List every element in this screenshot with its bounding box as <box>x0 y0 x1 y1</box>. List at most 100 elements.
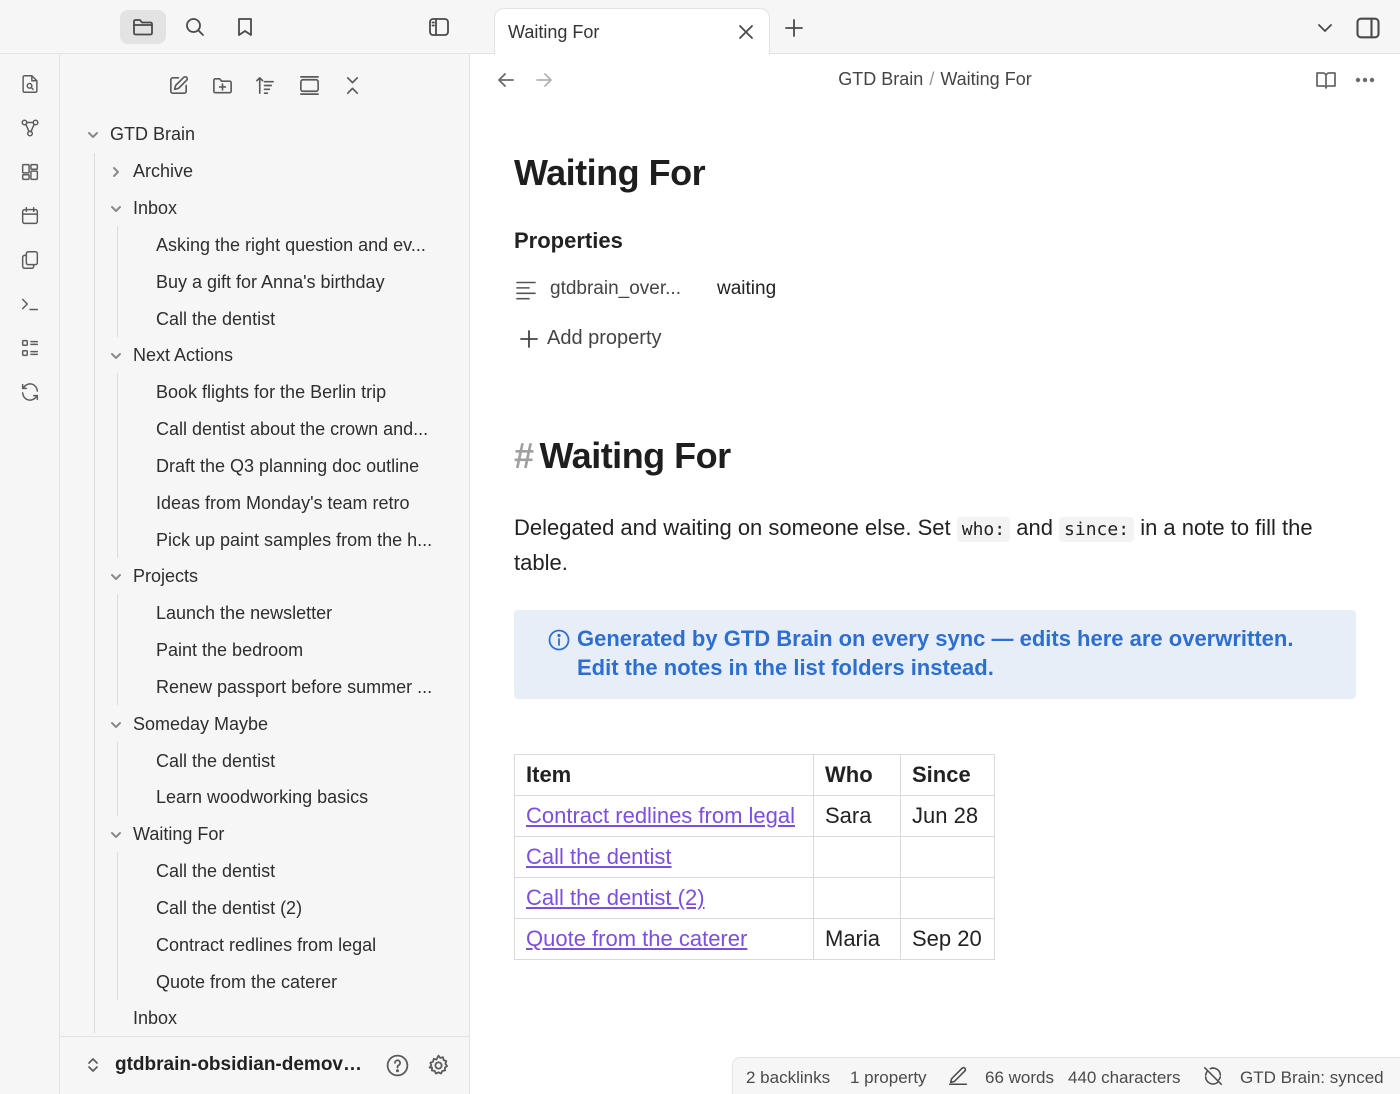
files-tab-button[interactable] <box>120 10 166 44</box>
file-label: Inbox <box>133 1008 178 1028</box>
help-icon[interactable] <box>385 1053 410 1078</box>
file-item[interactable]: Paint the bedroom <box>60 632 469 669</box>
settings-gear-icon[interactable] <box>426 1053 451 1078</box>
calendar-icon <box>21 207 39 225</box>
new-tab-plus-icon[interactable] <box>783 17 805 39</box>
folder-projects[interactable]: Projects <box>60 558 469 595</box>
copy-icon <box>21 251 39 269</box>
file-item[interactable]: Ideas from Monday's team retro <box>60 485 469 522</box>
folder-waiting-for[interactable]: Waiting For <box>60 816 469 853</box>
table-row: Quote from the caterer Maria Sep 20 <box>514 918 995 960</box>
folder-someday-maybe[interactable]: Someday Maybe <box>60 706 469 743</box>
collapse-all-button[interactable] <box>335 68 369 102</box>
file-item[interactable]: Asking the right question and ev... <box>60 227 469 264</box>
chevron-down-icon[interactable] <box>1314 17 1336 39</box>
sync-status[interactable]: GTD Brain: synced <box>1240 1068 1384 1088</box>
backlinks-count[interactable]: 2 backlinks <box>746 1068 830 1088</box>
item-cell: Contract redlines from legal <box>514 795 814 837</box>
file-item[interactable]: Learn woodworking basics <box>60 779 469 816</box>
chevron-down-icon <box>107 568 125 586</box>
since-cell: Jun 28 <box>900 795 995 837</box>
who-cell <box>813 836 901 878</box>
chevron-down-icon <box>107 347 125 365</box>
daily-note-button[interactable] <box>14 200 46 232</box>
note-link[interactable]: Call the dentist (2) <box>526 885 705 910</box>
canvas-icon <box>21 163 39 181</box>
breadcrumb-note[interactable]: Waiting For <box>940 69 1031 89</box>
canvas-button[interactable] <box>14 156 46 188</box>
vault-switcher[interactable]: gtdbrain-obsidian-demova... <box>60 1036 469 1094</box>
close-icon[interactable] <box>735 21 757 43</box>
file-item[interactable]: Call the dentist <box>60 301 469 338</box>
search-file-icon <box>22 75 38 93</box>
tab-waiting-for[interactable]: Waiting For <box>494 8 770 55</box>
file-item[interactable]: Launch the newsletter <box>60 595 469 632</box>
file-item[interactable]: Call the dentist <box>60 853 469 890</box>
file-item[interactable]: Contract redlines from legal <box>60 927 469 964</box>
folder-archive[interactable]: Archive <box>60 153 469 190</box>
property-value[interactable]: waiting <box>717 278 776 300</box>
file-item[interactable]: Pick up paint samples from the h... <box>60 522 469 559</box>
left-ribbon <box>0 54 60 1094</box>
command-palette-button[interactable] <box>14 288 46 320</box>
bookmarks-tab-button[interactable] <box>222 10 268 44</box>
graph-view-button[interactable] <box>14 112 46 144</box>
property-key[interactable]: gtdbrain_over... <box>550 278 681 300</box>
new-folder-button[interactable] <box>205 68 239 102</box>
sync-button[interactable] <box>14 376 46 408</box>
bookmark-icon <box>238 18 252 36</box>
file-label: Quote from the caterer <box>156 972 338 992</box>
toggle-sidebar-button[interactable] <box>416 10 462 44</box>
folder-inbox[interactable]: Inbox <box>60 190 469 227</box>
file-item[interactable]: Call dentist about the crown and... <box>60 411 469 448</box>
property-count[interactable]: 1 property <box>850 1068 927 1088</box>
outline-button[interactable] <box>14 332 46 364</box>
note-link[interactable]: Call the dentist <box>526 844 672 869</box>
templates-button[interactable] <box>14 244 46 276</box>
quick-switcher-button[interactable] <box>14 68 46 100</box>
breadcrumb-vault[interactable]: GTD Brain <box>838 69 923 89</box>
sidebar-header <box>0 0 470 54</box>
file-item[interactable]: Buy a gift for Anna's birthday <box>60 264 469 301</box>
item-cell: Quote from the caterer <box>514 918 814 960</box>
folder-label: GTD Brain <box>110 124 196 144</box>
note-link[interactable]: Quote from the caterer <box>526 926 747 951</box>
search-tab-button[interactable] <box>172 10 218 44</box>
file-label: Call the dentist <box>156 861 276 881</box>
folder-gtd-brain[interactable]: GTD Brain <box>60 116 469 153</box>
info-callout: Generated by GTD Brain on every sync — e… <box>514 610 1356 699</box>
folder-label: Someday Maybe <box>133 714 269 734</box>
vault-name: gtdbrain-obsidian-demova... <box>115 1054 365 1075</box>
note-link[interactable]: Contract redlines from legal <box>526 803 795 828</box>
sync-off-icon[interactable] <box>1202 1065 1224 1087</box>
more-options-icon[interactable] <box>1353 68 1377 92</box>
reading-view-book-icon[interactable] <box>1314 68 1338 92</box>
right-sidebar-toggle-icon[interactable] <box>1354 14 1382 42</box>
chevron-down-icon <box>107 716 125 734</box>
sort-button[interactable] <box>248 68 282 102</box>
sort-icon <box>255 76 274 94</box>
breadcrumb-separator: / <box>929 69 935 89</box>
since-cell <box>900 877 995 919</box>
note-title[interactable]: Waiting For <box>514 152 706 194</box>
pencil-edit-icon[interactable] <box>947 1065 969 1087</box>
file-item[interactable]: Call the dentist (2) <box>60 890 469 927</box>
column-header-item: Item <box>514 754 814 796</box>
search-icon <box>186 18 204 36</box>
file-item[interactable]: Book flights for the Berlin trip <box>60 374 469 411</box>
file-item[interactable]: Draft the Q3 planning doc outline <box>60 448 469 485</box>
property-row[interactable]: gtdbrain_over... waiting <box>514 275 1114 305</box>
new-note-button[interactable] <box>161 68 195 102</box>
auto-reveal-button[interactable] <box>292 68 326 102</box>
new-folder-icon <box>212 77 232 94</box>
file-item[interactable]: Quote from the caterer <box>60 964 469 1001</box>
table-row: Contract redlines from legal Sara Jun 28 <box>514 795 995 837</box>
file-item[interactable]: Renew passport before summer ... <box>60 669 469 706</box>
file-label: Pick up paint samples from the h... <box>156 530 433 550</box>
inline-code: since: <box>1059 517 1135 542</box>
file-item-inbox[interactable]: Inbox <box>60 1000 469 1037</box>
waiting-for-table: Item Who Since Contract redlines from le… <box>514 754 995 960</box>
folder-next-actions[interactable]: Next Actions <box>60 337 469 374</box>
file-label: Paint the bedroom <box>156 640 304 660</box>
file-item[interactable]: Call the dentist <box>60 743 469 780</box>
